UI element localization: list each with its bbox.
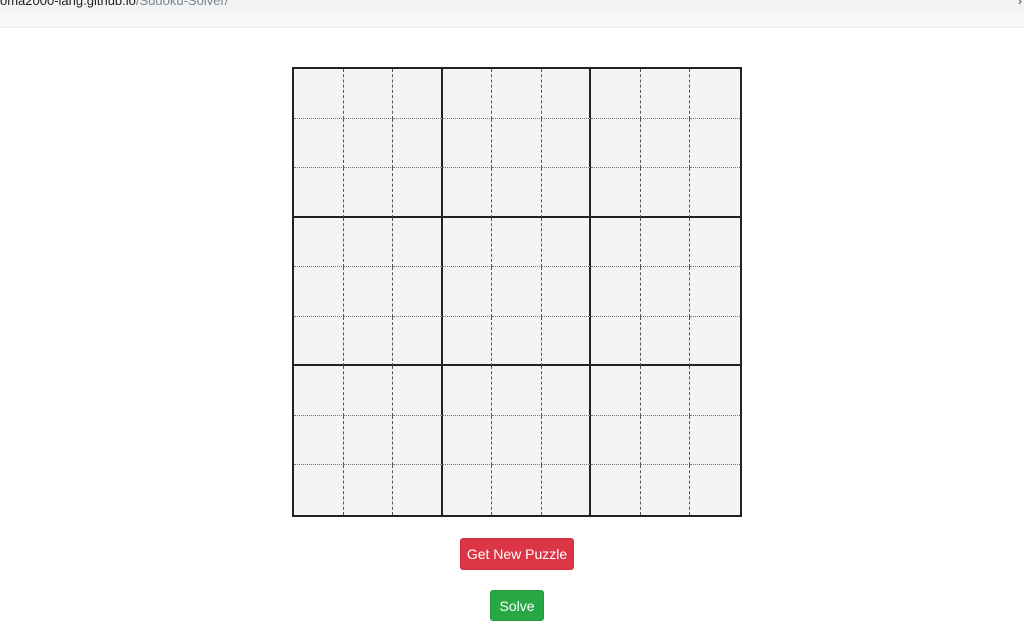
sudoku-cell[interactable] bbox=[690, 415, 740, 466]
sudoku-cell[interactable] bbox=[294, 316, 344, 367]
sudoku-cell[interactable] bbox=[690, 465, 740, 515]
sudoku-cell[interactable] bbox=[442, 465, 493, 515]
sudoku-cell[interactable] bbox=[591, 316, 641, 367]
sudoku-cell[interactable] bbox=[442, 366, 493, 416]
address-url[interactable]: oma2000-lang.github.io/Sudoku-Solver/ bbox=[0, 0, 228, 9]
sudoku-cell[interactable] bbox=[690, 316, 740, 367]
sudoku-cell[interactable] bbox=[442, 415, 493, 466]
sudoku-cell[interactable] bbox=[690, 267, 740, 317]
sudoku-cell[interactable] bbox=[492, 69, 542, 119]
url-host: oma2000-lang.github.io bbox=[0, 0, 136, 8]
sudoku-cell[interactable] bbox=[393, 316, 443, 367]
sudoku-cell[interactable] bbox=[640, 168, 691, 218]
sudoku-cell[interactable] bbox=[591, 217, 641, 268]
sudoku-cell[interactable] bbox=[541, 217, 592, 268]
sudoku-cell[interactable] bbox=[393, 168, 443, 218]
browser-toolbar-strip bbox=[0, 10, 1024, 28]
sudoku-cell[interactable] bbox=[393, 366, 443, 416]
sudoku-cell[interactable] bbox=[294, 168, 344, 218]
sudoku-cell[interactable] bbox=[294, 366, 344, 416]
sudoku-cell[interactable] bbox=[541, 69, 592, 119]
sudoku-cell[interactable] bbox=[343, 415, 394, 466]
sudoku-cell[interactable] bbox=[492, 316, 542, 367]
sudoku-cell[interactable] bbox=[492, 465, 542, 515]
sudoku-board bbox=[292, 67, 742, 517]
sudoku-cell[interactable] bbox=[640, 415, 691, 466]
sudoku-cell[interactable] bbox=[541, 168, 592, 218]
sudoku-cell[interactable] bbox=[294, 465, 344, 515]
sudoku-cell[interactable] bbox=[343, 366, 394, 416]
sudoku-cell[interactable] bbox=[640, 69, 691, 119]
sudoku-cell[interactable] bbox=[591, 415, 641, 466]
sudoku-cell[interactable] bbox=[492, 217, 542, 268]
browser-menu-chevron-icon[interactable]: › bbox=[1018, 0, 1022, 8]
sudoku-cell[interactable] bbox=[393, 118, 443, 169]
sudoku-cell[interactable] bbox=[640, 217, 691, 268]
sudoku-cell[interactable] bbox=[294, 118, 344, 169]
sudoku-cell[interactable] bbox=[343, 69, 394, 119]
sudoku-cell[interactable] bbox=[591, 168, 641, 218]
sudoku-cell[interactable] bbox=[640, 316, 691, 367]
sudoku-cell[interactable] bbox=[541, 366, 592, 416]
sudoku-cell[interactable] bbox=[492, 366, 542, 416]
sudoku-cell[interactable] bbox=[690, 69, 740, 119]
sudoku-cell[interactable] bbox=[343, 118, 394, 169]
browser-address-bar[interactable]: oma2000-lang.github.io/Sudoku-Solver/ › bbox=[0, 0, 1024, 10]
sudoku-cell[interactable] bbox=[492, 415, 542, 466]
sudoku-cell[interactable] bbox=[591, 118, 641, 169]
sudoku-cell[interactable] bbox=[442, 118, 493, 169]
sudoku-cell[interactable] bbox=[591, 465, 641, 515]
sudoku-cell[interactable] bbox=[343, 267, 394, 317]
sudoku-cell[interactable] bbox=[343, 168, 394, 218]
sudoku-cell[interactable] bbox=[343, 217, 394, 268]
sudoku-cell[interactable] bbox=[541, 267, 592, 317]
sudoku-cell[interactable] bbox=[294, 217, 344, 268]
sudoku-cell[interactable] bbox=[294, 415, 344, 466]
sudoku-cell[interactable] bbox=[591, 69, 641, 119]
sudoku-cell[interactable] bbox=[690, 217, 740, 268]
sudoku-cell[interactable] bbox=[492, 267, 542, 317]
sudoku-cell[interactable] bbox=[442, 267, 493, 317]
sudoku-cell[interactable] bbox=[690, 118, 740, 169]
sudoku-cell[interactable] bbox=[393, 69, 443, 119]
sudoku-cell[interactable] bbox=[492, 118, 542, 169]
sudoku-cell[interactable] bbox=[393, 267, 443, 317]
sudoku-cell[interactable] bbox=[690, 366, 740, 416]
solve-button[interactable]: Solve bbox=[490, 590, 544, 621]
sudoku-cell[interactable] bbox=[294, 69, 344, 119]
sudoku-cell[interactable] bbox=[541, 118, 592, 169]
sudoku-cell[interactable] bbox=[442, 316, 493, 367]
sudoku-cell[interactable] bbox=[640, 118, 691, 169]
sudoku-cell[interactable] bbox=[541, 316, 592, 367]
sudoku-cell[interactable] bbox=[591, 366, 641, 416]
sudoku-cell[interactable] bbox=[442, 168, 493, 218]
sudoku-cell[interactable] bbox=[442, 69, 493, 119]
url-path: /Sudoku-Solver/ bbox=[135, 0, 229, 8]
sudoku-cell[interactable] bbox=[690, 168, 740, 218]
sudoku-cell[interactable] bbox=[640, 465, 691, 515]
sudoku-cell[interactable] bbox=[591, 267, 641, 317]
sudoku-cell[interactable] bbox=[541, 415, 592, 466]
sudoku-cell[interactable] bbox=[442, 217, 493, 268]
sudoku-cell[interactable] bbox=[393, 217, 443, 268]
sudoku-cell[interactable] bbox=[541, 465, 592, 515]
sudoku-cell[interactable] bbox=[640, 267, 691, 317]
sudoku-cell[interactable] bbox=[640, 366, 691, 416]
sudoku-cell[interactable] bbox=[492, 168, 542, 218]
get-new-puzzle-button[interactable]: Get New Puzzle bbox=[460, 538, 574, 570]
sudoku-cell[interactable] bbox=[393, 465, 443, 515]
sudoku-cell[interactable] bbox=[393, 415, 443, 466]
sudoku-cell[interactable] bbox=[294, 267, 344, 317]
sudoku-cell[interactable] bbox=[343, 465, 394, 515]
sudoku-cell[interactable] bbox=[343, 316, 394, 367]
